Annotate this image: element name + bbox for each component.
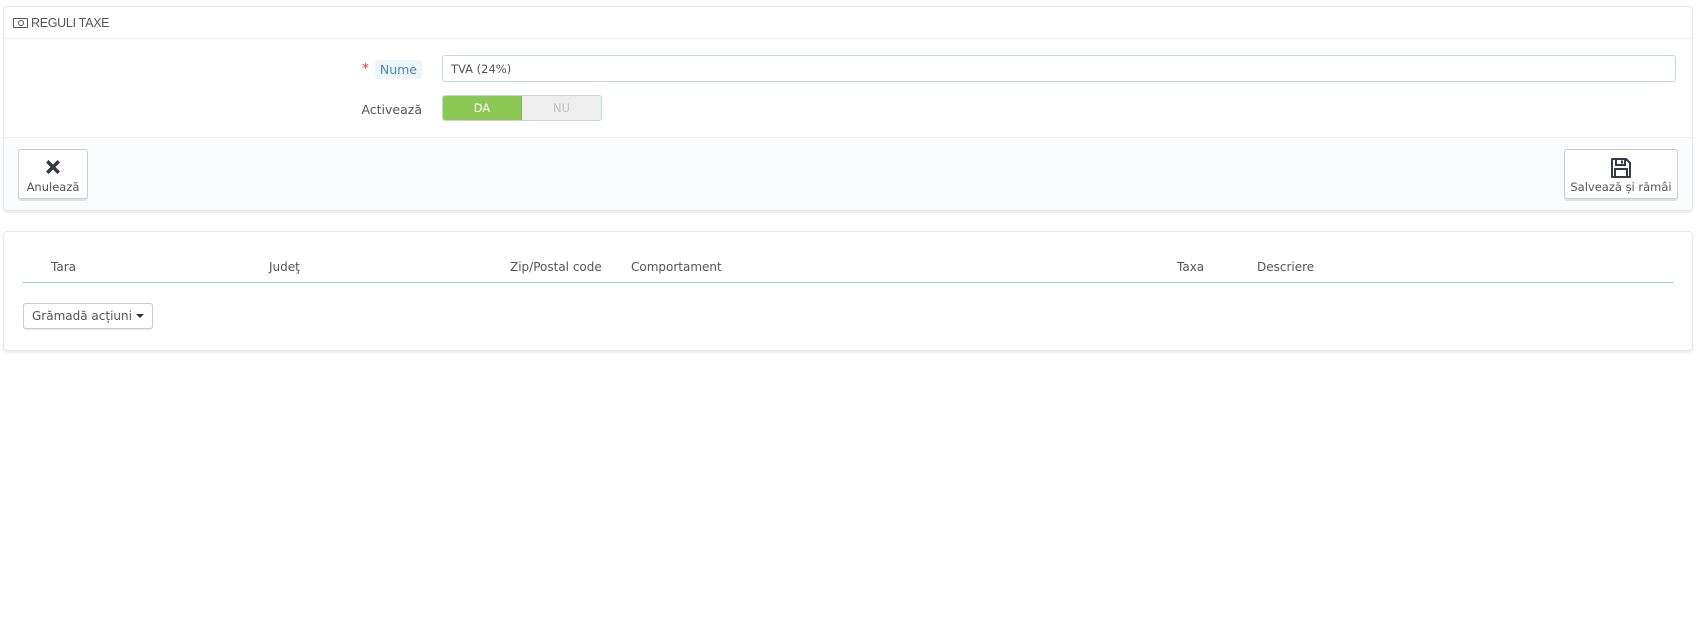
caret-down-icon [135,314,144,318]
money-icon [13,17,28,28]
name-label-text[interactable]: Nume [374,59,422,79]
cancel-button-label: Anulează [26,180,80,194]
bulk-actions-label: Grămadă acțiuni [32,309,132,323]
table-header-row: Tara Judeţ Zip/Postal code Comportament … [23,252,1673,283]
name-input[interactable] [442,55,1676,82]
panel-footer: Anulează Salvează și rămâi [4,137,1692,210]
close-icon [46,160,60,174]
name-form-row: * Nume [4,55,1692,83]
column-header-zip: Zip/Postal code [510,260,602,274]
name-label: * Nume [362,55,422,83]
panel-title: REGULI TAXE [31,15,110,30]
panel-heading: REGULI TAXE [4,7,1692,39]
floppy-disk-icon [1611,158,1631,178]
column-header-state: Judeţ [269,260,300,274]
bulk-actions-button[interactable]: Grămadă acțiuni [23,303,153,329]
enable-switch[interactable]: DA NU [442,95,602,121]
column-header-behavior: Comportament [631,260,722,274]
tax-rules-list-panel: Tara Judeţ Zip/Postal code Comportament … [3,231,1693,351]
required-star: * [361,61,369,77]
save-button-label: Salvează și rămâi [1570,180,1672,194]
save-and-stay-button[interactable]: Salvează și rămâi [1564,149,1678,199]
cancel-button[interactable]: Anulează [18,149,88,199]
tax-rules-form-panel: REGULI TAXE * Nume Activează DA NU Anule… [3,6,1693,211]
switch-option-yes[interactable]: DA [443,96,522,120]
column-header-description: Descriere [1257,260,1315,274]
enable-form-row: Activează DA NU [4,95,1692,123]
enable-label: Activează [361,101,422,117]
switch-option-no[interactable]: NU [522,96,601,120]
column-header-country: Tara [51,260,76,274]
column-header-tax: Taxa [1177,260,1205,274]
